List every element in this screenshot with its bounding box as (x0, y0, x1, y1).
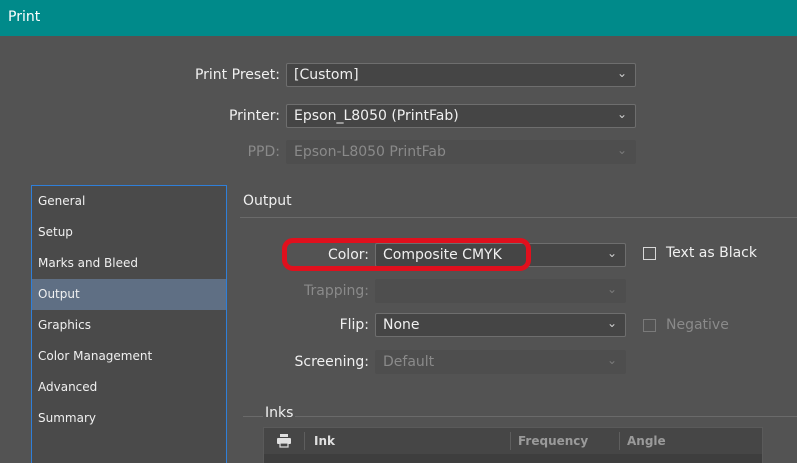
text-as-black-label: Text as Black (666, 245, 757, 261)
chevron-down-icon: ⌄ (606, 316, 617, 330)
sidebar-item-setup[interactable]: Setup (32, 217, 226, 248)
print-preset-dropdown[interactable]: [Custom] ⌄ (286, 63, 636, 87)
chevron-down-icon: ⌄ (616, 107, 627, 121)
column-separator (510, 432, 511, 450)
inks-title: Inks (263, 405, 296, 421)
chevron-down-icon: ⌄ (616, 66, 627, 80)
inks-table[interactable]: Ink Frequency Angle (263, 427, 763, 463)
screening-value: Default (383, 354, 435, 370)
window-title: Print (8, 9, 41, 25)
chevron-down-icon: ⌄ (616, 143, 627, 157)
red-highlight-annotation (282, 238, 531, 271)
inks-group-border (243, 416, 797, 417)
flip-label: Flip: (339, 317, 369, 333)
section-title: Output (243, 193, 292, 209)
chevron-down-icon: ⌄ (606, 353, 617, 367)
print-preset-label: Print Preset: (194, 67, 280, 83)
sidebar-item-graphics[interactable]: Graphics (32, 310, 226, 341)
column-header-frequency[interactable]: Frequency (518, 434, 588, 448)
column-header-ink[interactable]: Ink (314, 434, 335, 448)
title-bar: Print (0, 0, 797, 36)
printer-value: Epson_L8050 (PrintFab) (294, 108, 459, 124)
printer-icon[interactable] (276, 434, 292, 452)
category-sidebar: General Setup Marks and Bleed Output Gra… (31, 185, 227, 463)
sidebar-item-general[interactable]: General (32, 186, 226, 217)
printer-label: Printer: (228, 108, 280, 124)
ppd-dropdown: Epson-L8050 PrintFab ⌄ (286, 140, 636, 164)
inks-table-header: Ink Frequency Angle (264, 428, 762, 454)
screening-label: Screening: (294, 354, 370, 370)
flip-dropdown[interactable]: None ⌄ (375, 313, 626, 337)
column-separator (619, 432, 620, 450)
chevron-down-icon: ⌄ (606, 246, 617, 260)
sidebar-item-summary[interactable]: Summary (32, 403, 226, 434)
text-as-black-checkbox[interactable] (643, 247, 656, 260)
column-header-angle[interactable]: Angle (627, 434, 666, 448)
negative-checkbox (643, 319, 656, 332)
trapping-dropdown: ⌄ (375, 279, 626, 303)
flip-value: None (383, 317, 420, 333)
ppd-value: Epson-L8050 PrintFab (294, 144, 446, 160)
sidebar-item-output[interactable]: Output (32, 279, 226, 310)
print-preset-value: [Custom] (294, 67, 359, 83)
chevron-down-icon: ⌄ (606, 282, 617, 296)
ppd-label: PPD: (247, 144, 280, 160)
negative-label: Negative (666, 317, 729, 333)
trapping-label: Trapping: (304, 283, 369, 299)
section-divider (240, 217, 797, 218)
sidebar-item-color-management[interactable]: Color Management (32, 341, 226, 372)
sidebar-item-advanced[interactable]: Advanced (32, 372, 226, 403)
sidebar-item-marks-and-bleed[interactable]: Marks and Bleed (32, 248, 226, 279)
screening-dropdown: Default ⌄ (375, 350, 626, 374)
printer-dropdown[interactable]: Epson_L8050 (PrintFab) ⌄ (286, 104, 636, 128)
column-separator (304, 432, 305, 450)
